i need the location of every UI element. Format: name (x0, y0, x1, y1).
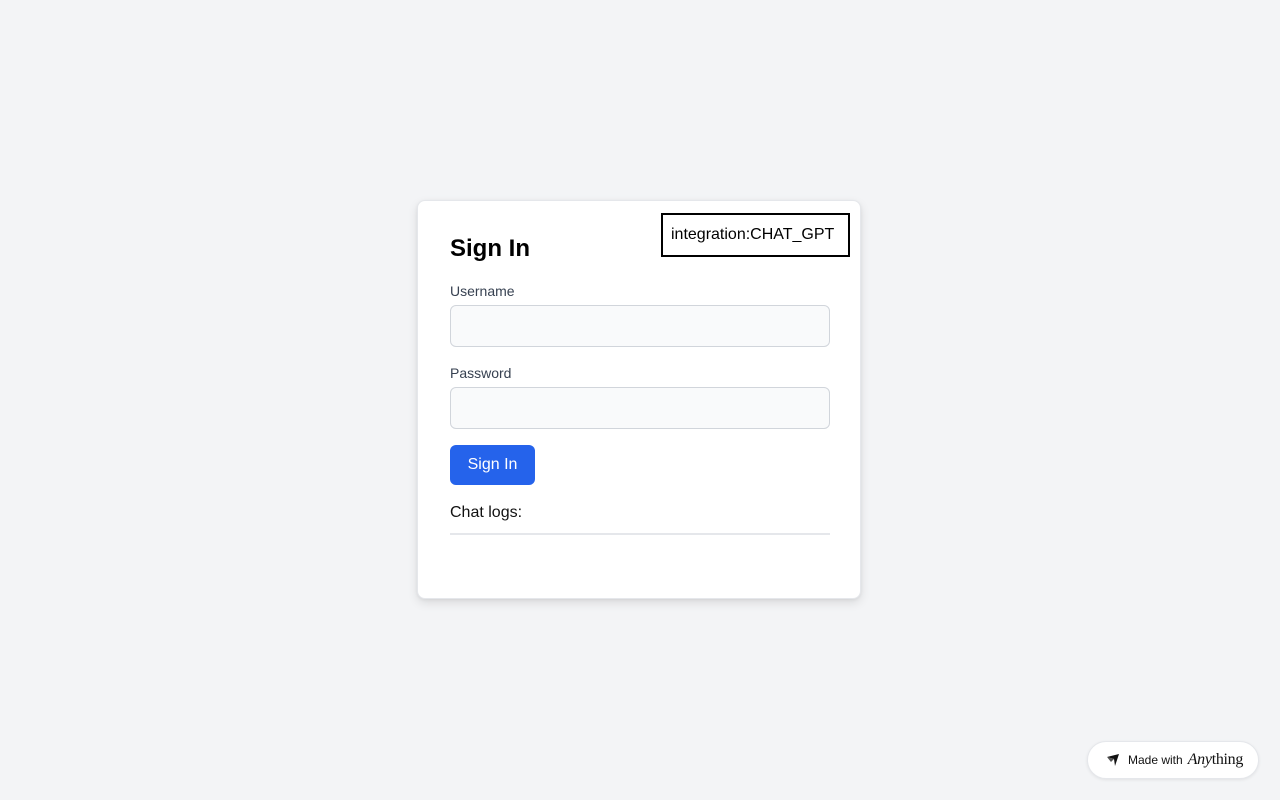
chat-logs-divider (450, 533, 830, 535)
password-input[interactable] (450, 387, 830, 429)
made-with-prefix: Made with (1128, 753, 1183, 767)
brand-name: Anything (1187, 751, 1244, 769)
brand-name-rest: thing (1211, 751, 1244, 768)
username-input[interactable] (450, 305, 830, 347)
integration-badge: integration:CHAT_GPT (661, 213, 850, 257)
brand-name-italic: Any (1187, 751, 1212, 768)
chat-logs-heading: Chat logs: (450, 504, 523, 521)
sign-in-card: integration:CHAT_GPT Sign In Username Pa… (417, 200, 861, 599)
sign-in-button[interactable]: Sign In (450, 445, 535, 485)
made-with-anything-badge[interactable]: Made with Anything (1087, 741, 1259, 779)
password-label: Password (450, 365, 512, 381)
page-title: Sign In (450, 235, 530, 262)
anything-logo-icon (1106, 753, 1120, 767)
username-label: Username (450, 283, 515, 299)
